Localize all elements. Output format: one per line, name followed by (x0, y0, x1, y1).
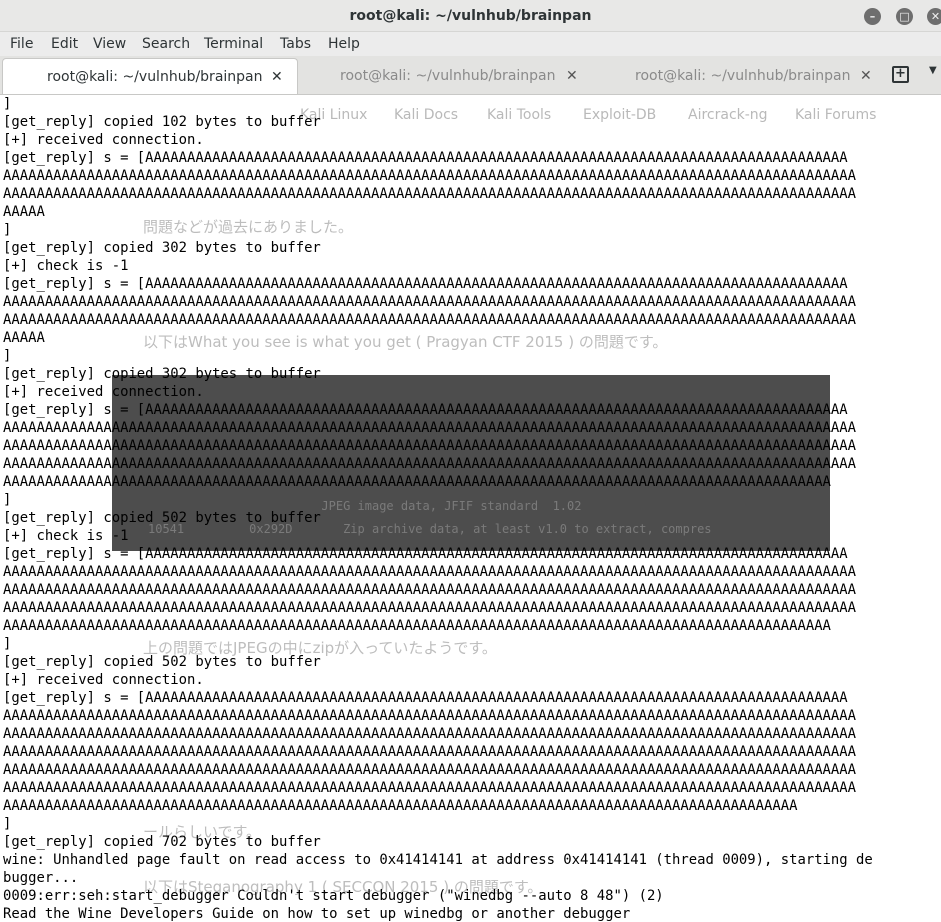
window-title: root@kali: ~/vulnhub/brainpan (349, 8, 592, 24)
terminal-line: AAAAA (3, 204, 45, 220)
terminal-line: [+] received connection. (3, 384, 204, 400)
terminal-line: ] (3, 222, 12, 238)
tab-terminal-1[interactable]: root@kali: ~/vulnhub/brainpan ✕ (2, 58, 298, 94)
terminal-line: AAAAAAAAAAAAAAAAAAAAAAAAAAAAAAAAAAAAAAAA… (3, 168, 857, 184)
terminal-line: [get_reply] copied 702 bytes to buffer (3, 834, 321, 850)
terminal-line: [get_reply] s = [AAAAAAAAAAAAAAAAAAAAAAA… (3, 546, 848, 562)
terminal-line: AAAAAAAAAAAAAAAAAAAAAAAAAAAAAAAAAAAAAAAA… (3, 762, 857, 778)
menu-search[interactable]: Search (142, 35, 190, 53)
menu-view[interactable]: View (93, 35, 126, 53)
terminal-line: [+] received connection. (3, 132, 204, 148)
tab-terminal-2[interactable]: root@kali: ~/vulnhub/brainpan ✕ (300, 58, 594, 94)
terminal-line: [+] check is -1 (3, 528, 129, 544)
terminal-line: ] (3, 348, 12, 364)
terminal-line: AAAAAAAAAAAAAAAAAAAAAAAAAAAAAAAAAAAAAAAA… (3, 798, 798, 814)
menu-file[interactable]: File (10, 35, 33, 53)
terminal-line: [get_reply] copied 302 bytes to buffer (3, 240, 321, 256)
terminal-line: AAAAAAAAAAAAAAAAAAAAAAAAAAAAAAAAAAAAAAAA… (3, 186, 857, 202)
terminal-line: ] (3, 816, 12, 832)
terminal-line: AAAAAAAAAAAAAAAAAAAAAAAAAAAAAAAAAAAAAAAA… (3, 618, 831, 634)
close-tab-icon[interactable]: ✕ (566, 58, 578, 94)
menu-bar: File Edit View Search Terminal Tabs Help (0, 32, 941, 56)
maximize-icon[interactable]: □ (896, 8, 913, 25)
close-tab-icon[interactable]: ✕ (860, 58, 872, 94)
tab-terminal-3[interactable]: root@kali: ~/vulnhub/brainpan ✕ (596, 58, 886, 94)
terminal-line: AAAAAAAAAAAAAAAAAAAAAAAAAAAAAAAAAAAAAAAA… (3, 420, 857, 436)
tab-bar: root@kali: ~/vulnhub/brainpan ✕ root@kal… (0, 56, 941, 95)
tab-label: root@kali: ~/vulnhub/brainpan (635, 68, 851, 84)
terminal-line: bugger... (3, 870, 79, 886)
terminal-line: AAAAAAAAAAAAAAAAAAAAAAAAAAAAAAAAAAAAAAAA… (3, 780, 857, 796)
menu-tabs[interactable]: Tabs (280, 35, 311, 53)
terminal-line: ] (3, 492, 12, 508)
terminal-line: [get_reply] s = [AAAAAAAAAAAAAAAAAAAAAAA… (3, 276, 848, 292)
tab-label: root@kali: ~/vulnhub/brainpan (340, 68, 556, 84)
terminal-line: [get_reply] copied 102 bytes to buffer (3, 114, 321, 130)
terminal-line: wine: Unhandled page fault on read acces… (3, 852, 873, 868)
terminal-line: [get_reply] s = [AAAAAAAAAAAAAAAAAAAAAAA… (3, 150, 848, 166)
menu-help[interactable]: Help (328, 35, 360, 53)
terminal-line: AAAAAAAAAAAAAAAAAAAAAAAAAAAAAAAAAAAAAAAA… (3, 474, 831, 490)
close-tab-icon[interactable]: ✕ (271, 59, 283, 95)
terminal-line: [get_reply] s = [AAAAAAAAAAAAAAAAAAAAAAA… (3, 690, 848, 706)
title-bar: root@kali: ~/vulnhub/brainpan – □ ✕ (0, 0, 941, 32)
terminal-line: Read the Wine Developers Guide on how to… (3, 906, 631, 922)
terminal-line: AAAAAAAAAAAAAAAAAAAAAAAAAAAAAAAAAAAAAAAA… (3, 744, 857, 760)
terminal-line: AAAAAAAAAAAAAAAAAAAAAAAAAAAAAAAAAAAAAAAA… (3, 456, 857, 472)
tab-menu-icon[interactable]: ▼ (929, 65, 937, 76)
menu-terminal[interactable]: Terminal (204, 35, 263, 53)
minimize-icon[interactable]: – (864, 8, 881, 25)
terminal-line: [get_reply] copied 302 bytes to buffer (3, 366, 321, 382)
terminal-line: AAAAAAAAAAAAAAAAAAAAAAAAAAAAAAAAAAAAAAAA… (3, 564, 857, 580)
terminal-line: [get_reply] copied 502 bytes to buffer (3, 654, 321, 670)
terminal-line: 0009:err:seh:start_debugger Couldn't sta… (3, 888, 664, 904)
terminal-line: AAAAA (3, 330, 45, 346)
close-icon[interactable]: ✕ (927, 8, 941, 25)
terminal-line: AAAAAAAAAAAAAAAAAAAAAAAAAAAAAAAAAAAAAAAA… (3, 600, 857, 616)
menu-edit[interactable]: Edit (51, 35, 78, 53)
terminal-line: ] (3, 96, 12, 112)
tab-label: root@kali: ~/vulnhub/brainpan (47, 69, 263, 85)
terminal-line: ] (3, 636, 12, 652)
terminal-line: AAAAAAAAAAAAAAAAAAAAAAAAAAAAAAAAAAAAAAAA… (3, 726, 857, 742)
terminal-output[interactable]: Kali Linux Kali Docs Kali Tools Exploit-… (0, 95, 941, 922)
terminal-line: AAAAAAAAAAAAAAAAAAAAAAAAAAAAAAAAAAAAAAAA… (3, 312, 857, 328)
terminal-line: [+] check is -1 (3, 258, 129, 274)
terminal-line: AAAAAAAAAAAAAAAAAAAAAAAAAAAAAAAAAAAAAAAA… (3, 582, 857, 598)
terminal-line: [get_reply] s = [AAAAAAAAAAAAAAAAAAAAAAA… (3, 402, 848, 418)
terminal-line: AAAAAAAAAAAAAAAAAAAAAAAAAAAAAAAAAAAAAAAA… (3, 708, 857, 724)
terminal-line: [+] received connection. (3, 672, 204, 688)
terminal-line: AAAAAAAAAAAAAAAAAAAAAAAAAAAAAAAAAAAAAAAA… (3, 438, 857, 454)
terminal-line: [get_reply] copied 502 bytes to buffer (3, 510, 321, 526)
terminal-line: AAAAAAAAAAAAAAAAAAAAAAAAAAAAAAAAAAAAAAAA… (3, 294, 857, 310)
new-tab-icon[interactable]: + (892, 66, 909, 83)
terminal-lines: ] [get_reply] copied 102 bytes to buffer [… (3, 95, 941, 922)
